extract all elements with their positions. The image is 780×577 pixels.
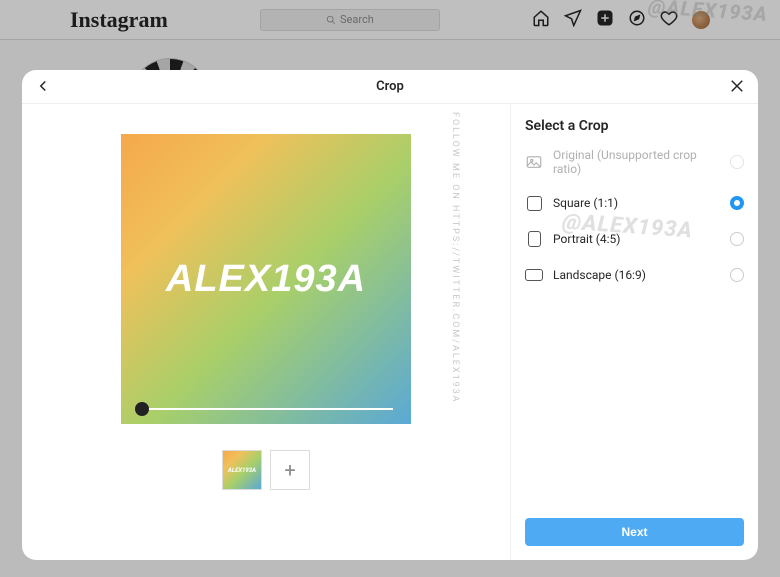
- next-button[interactable]: Next: [525, 518, 744, 546]
- chevron-left-icon: [34, 77, 52, 95]
- image-icon: [525, 153, 543, 171]
- crop-option-landscape-radio[interactable]: [730, 268, 744, 282]
- crop-options-panel: Select a Crop Original (Unsupported crop…: [510, 104, 758, 560]
- preview-image-text: ALEX193A: [166, 258, 366, 301]
- plus-icon: +: [284, 458, 295, 482]
- add-media-button[interactable]: +: [270, 450, 310, 490]
- thumbnail-1-image: ALEX193A: [223, 451, 261, 489]
- modal-header: Crop: [22, 70, 758, 104]
- back-button[interactable]: [34, 77, 52, 99]
- crop-option-landscape[interactable]: Landscape (16:9): [525, 266, 744, 284]
- landscape-icon: [525, 266, 543, 284]
- crop-preview-image[interactable]: ALEX193A: [121, 134, 411, 424]
- crop-panel-title: Select a Crop: [525, 118, 744, 134]
- zoom-slider-handle[interactable]: [135, 402, 149, 416]
- modal-overlay: Crop FOLLOW ME ON HTTPS://TWITTER.COM/AL…: [0, 0, 780, 577]
- modal-title: Crop: [376, 79, 404, 94]
- thumbnail-1[interactable]: ALEX193A: [222, 450, 262, 490]
- thumbnail-row: ALEX193A +: [222, 450, 310, 490]
- crop-option-original-radio: [730, 155, 744, 169]
- crop-option-portrait[interactable]: Portrait (4:5): [525, 230, 744, 248]
- modal-body: FOLLOW ME ON HTTPS://TWITTER.COM/ALEX193…: [22, 104, 758, 560]
- crop-option-square-radio[interactable]: [730, 196, 744, 210]
- crop-option-square-label: Square (1:1): [553, 196, 720, 210]
- crop-option-original: Original (Unsupported crop ratio): [525, 148, 744, 176]
- crop-option-original-label: Original (Unsupported crop ratio): [553, 148, 720, 176]
- preview-panel: ALEX193A ALEX193A +: [22, 104, 510, 560]
- crop-option-portrait-radio[interactable]: [730, 232, 744, 246]
- crop-option-portrait-label: Portrait (4:5): [553, 232, 720, 246]
- crop-option-landscape-label: Landscape (16:9): [553, 268, 720, 282]
- close-button[interactable]: [728, 77, 746, 99]
- crop-options-list: Original (Unsupported crop ratio) Square…: [525, 148, 744, 284]
- close-icon: [728, 77, 746, 95]
- square-icon: [525, 194, 543, 212]
- zoom-slider-track[interactable]: [139, 408, 393, 410]
- portrait-icon: [525, 230, 543, 248]
- crop-modal: Crop FOLLOW ME ON HTTPS://TWITTER.COM/AL…: [22, 70, 758, 560]
- crop-option-square[interactable]: Square (1:1): [525, 194, 744, 212]
